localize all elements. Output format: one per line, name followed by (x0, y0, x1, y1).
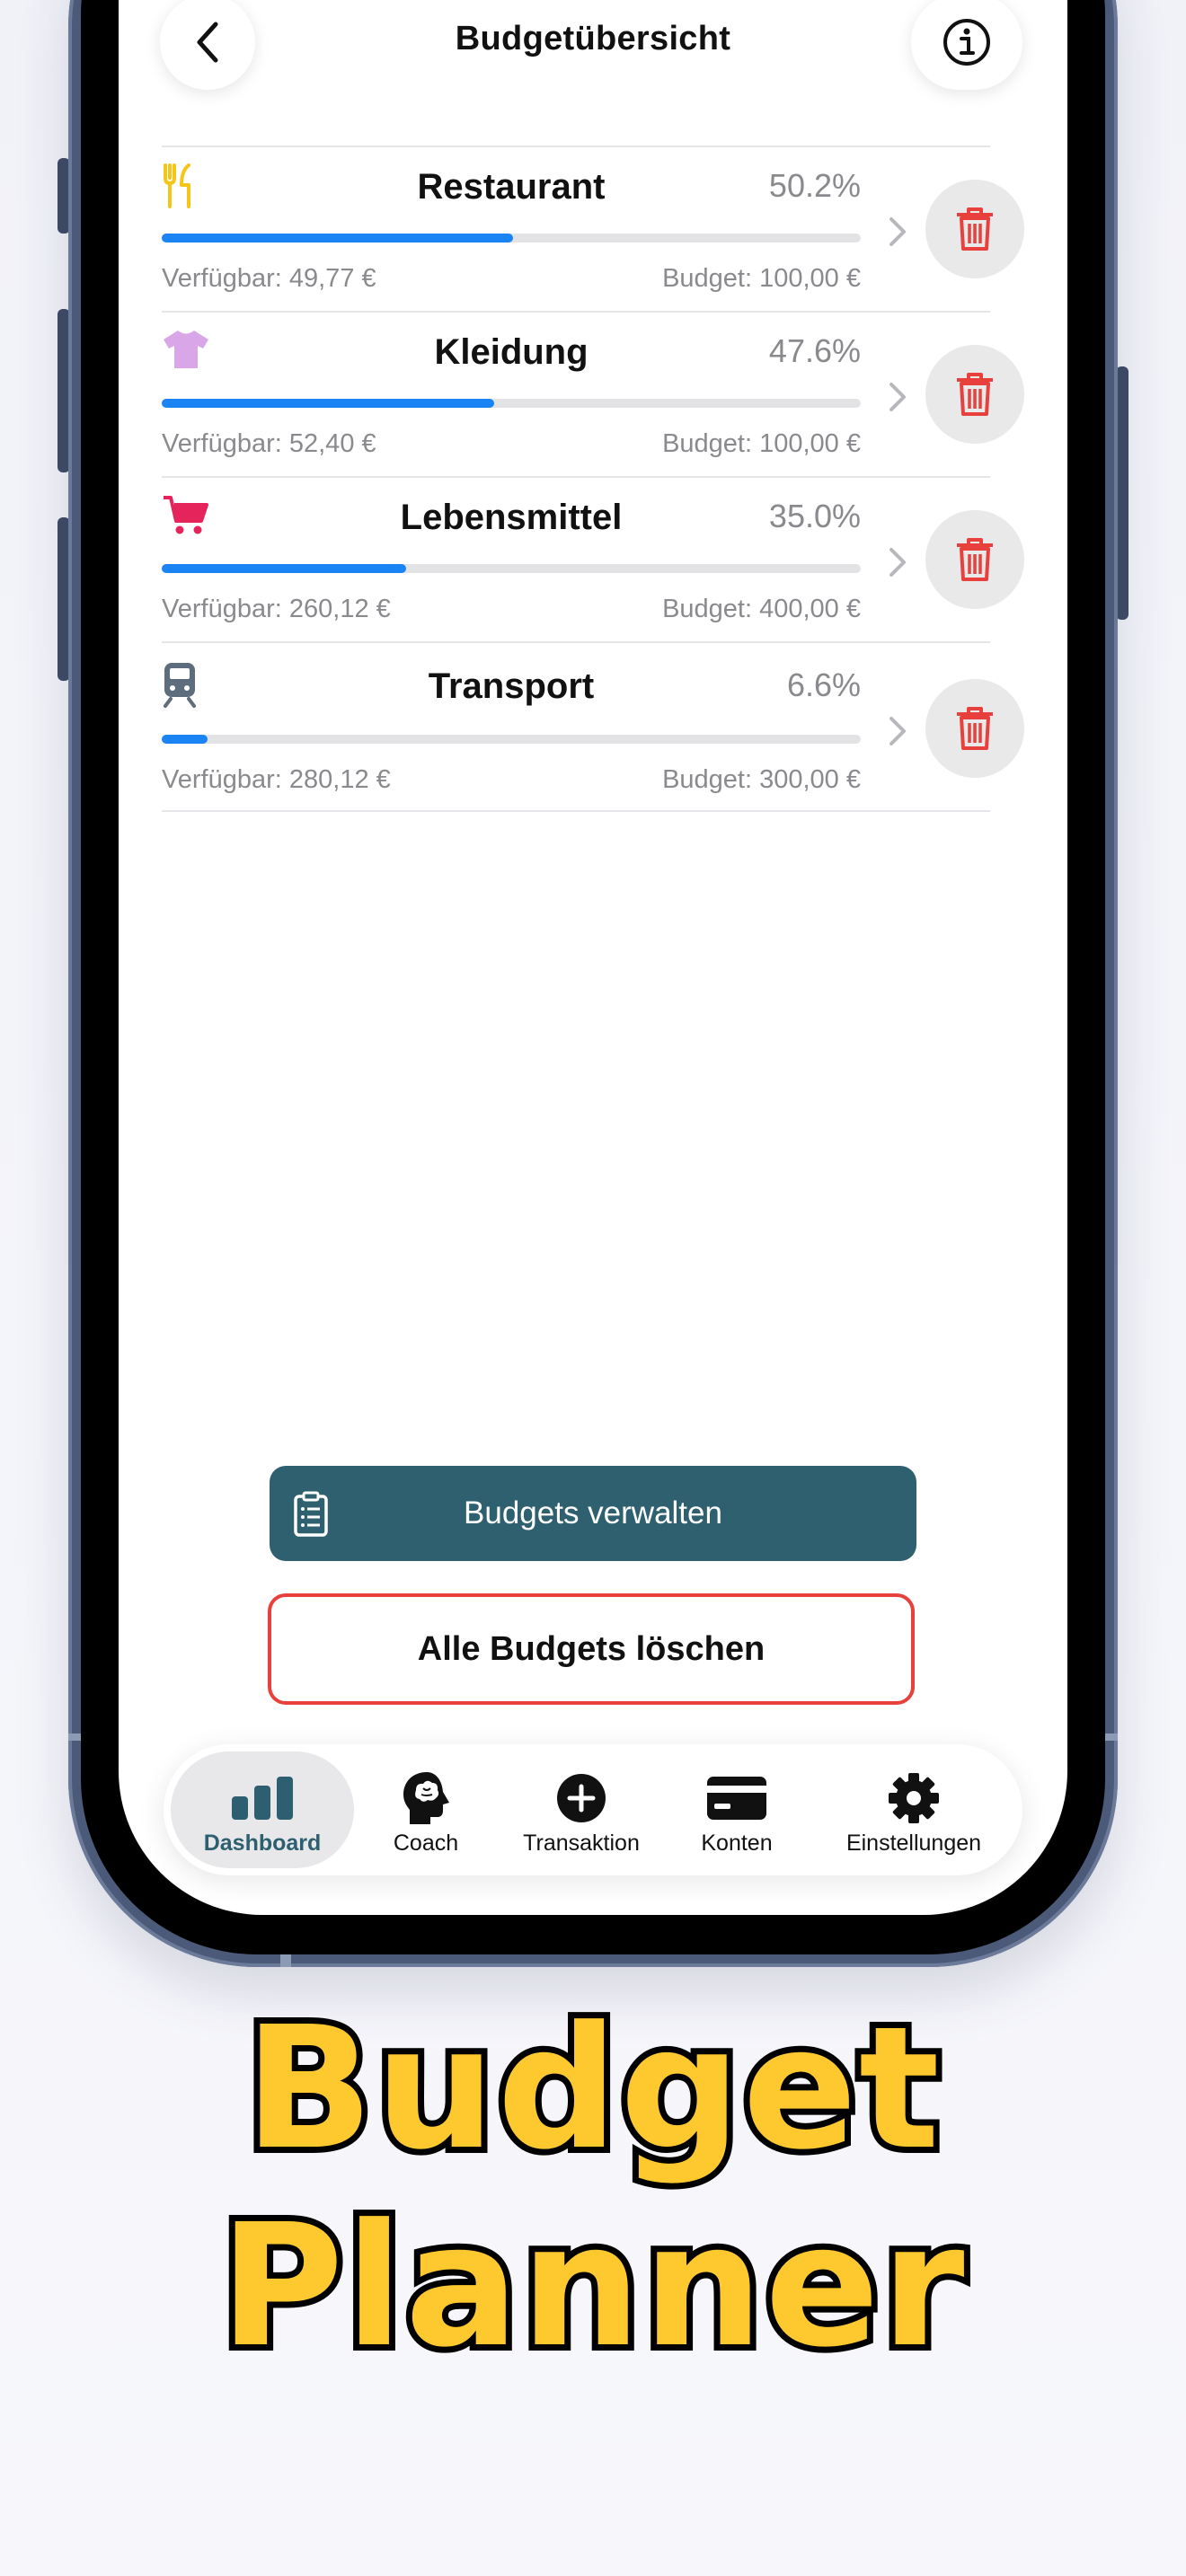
plus-circle-icon (557, 1774, 606, 1822)
tab-label: Einstellungen (845, 1831, 982, 1856)
promo-title-line1: Budget (238, 1990, 946, 2187)
budget-available: Verfügbar: 280,12 € (162, 765, 391, 794)
tab-bar: Dashboard Coach Transaktion Konten Einst… (164, 1744, 1022, 1875)
budget-available: Verfügbar: 49,77 € (162, 264, 376, 293)
budget-progress-bar (162, 234, 861, 243)
credit-card-icon (707, 1777, 766, 1820)
budget-progress-bar (162, 735, 861, 744)
tab-konten[interactable]: Konten (674, 1751, 800, 1868)
power-button (1116, 366, 1128, 620)
promo-title-line2: Planner (214, 2188, 971, 2385)
budget-row-kleidung[interactable]: Kleidung 47.6% Verfügbar: 52,40 € Budget… (162, 311, 1024, 478)
tab-transaktion[interactable]: Transaktion (505, 1751, 658, 1868)
delete-budget-button[interactable] (925, 345, 1024, 444)
budget-amount: Budget: 400,00 € (662, 595, 861, 623)
delete-budget-button[interactable] (925, 180, 1024, 278)
budget-percent: 50.2% (768, 167, 861, 204)
budget-progress-fill (162, 234, 513, 243)
budget-name: Lebensmittel (400, 498, 623, 537)
trash-icon (957, 207, 993, 251)
tab-label: Transaktion (523, 1831, 640, 1856)
tab-label: Konten (701, 1831, 773, 1856)
delete-all-budgets-button[interactable]: Alle Budgets löschen (268, 1593, 915, 1705)
delete-budget-button[interactable] (925, 510, 1024, 609)
tab-label: Coach (393, 1831, 459, 1856)
delete-all-budgets-label: Alle Budgets löschen (417, 1629, 766, 1668)
budget-row-restaurant[interactable]: Restaurant 50.2% Verfügbar: 49,77 € Budg… (162, 146, 1024, 313)
budget-row-transport[interactable]: Transport 6.6% Verfügbar: 280,12 € Budge… (162, 641, 1024, 812)
tab-coach[interactable]: Coach (363, 1751, 489, 1868)
budget-percent: 47.6% (768, 332, 861, 369)
budget-amount: Budget: 100,00 € (662, 264, 861, 293)
budget-available: Verfügbar: 52,40 € (162, 429, 376, 458)
tab-einstellungen[interactable]: Einstellungen (819, 1751, 1008, 1868)
budget-progress-fill (162, 735, 208, 744)
budget-percent: 6.6% (786, 666, 861, 703)
budget-percent: 35.0% (768, 498, 861, 534)
clipboard-list-icon (294, 1491, 328, 1537)
brain-head-icon (403, 1772, 449, 1824)
tab-label: Dashboard (203, 1831, 322, 1856)
antenna-band (68, 1734, 81, 1741)
antenna-band (280, 1954, 291, 1967)
budget-available: Verfügbar: 260,12 € (162, 595, 391, 623)
budget-row-lebensmittel[interactable]: Lebensmittel 35.0% Verfügbar: 260,12 € B… (162, 476, 1024, 643)
budget-name: Transport (428, 666, 595, 706)
budget-amount: Budget: 100,00 € (662, 429, 861, 458)
budget-progress-fill (162, 564, 407, 573)
chevron-right-icon (890, 548, 906, 577)
trash-icon (957, 707, 993, 750)
budget-progress-bar (162, 564, 861, 573)
gear-icon (889, 1773, 939, 1823)
list-divider (162, 810, 990, 812)
trash-icon (957, 538, 993, 581)
budget-progress-fill (162, 399, 495, 408)
budget-name: Restaurant (417, 167, 606, 207)
chevron-right-icon (890, 217, 906, 246)
budget-progress-bar (162, 399, 861, 408)
bar-chart-icon (232, 1777, 293, 1820)
chevron-right-icon (890, 717, 906, 745)
trash-icon (957, 373, 993, 416)
budget-amount: Budget: 300,00 € (662, 765, 861, 794)
chevron-right-icon (890, 383, 906, 411)
manage-budgets-button[interactable]: Budgets verwalten (270, 1466, 916, 1561)
tab-dashboard[interactable]: Dashboard (171, 1751, 354, 1868)
delete-budget-button[interactable] (925, 679, 1024, 778)
budget-name: Kleidung (434, 332, 589, 372)
info-icon (943, 19, 990, 66)
antenna-band (1105, 1734, 1118, 1741)
manage-budgets-label: Budgets verwalten (464, 1495, 722, 1531)
info-button[interactable] (911, 0, 1022, 90)
